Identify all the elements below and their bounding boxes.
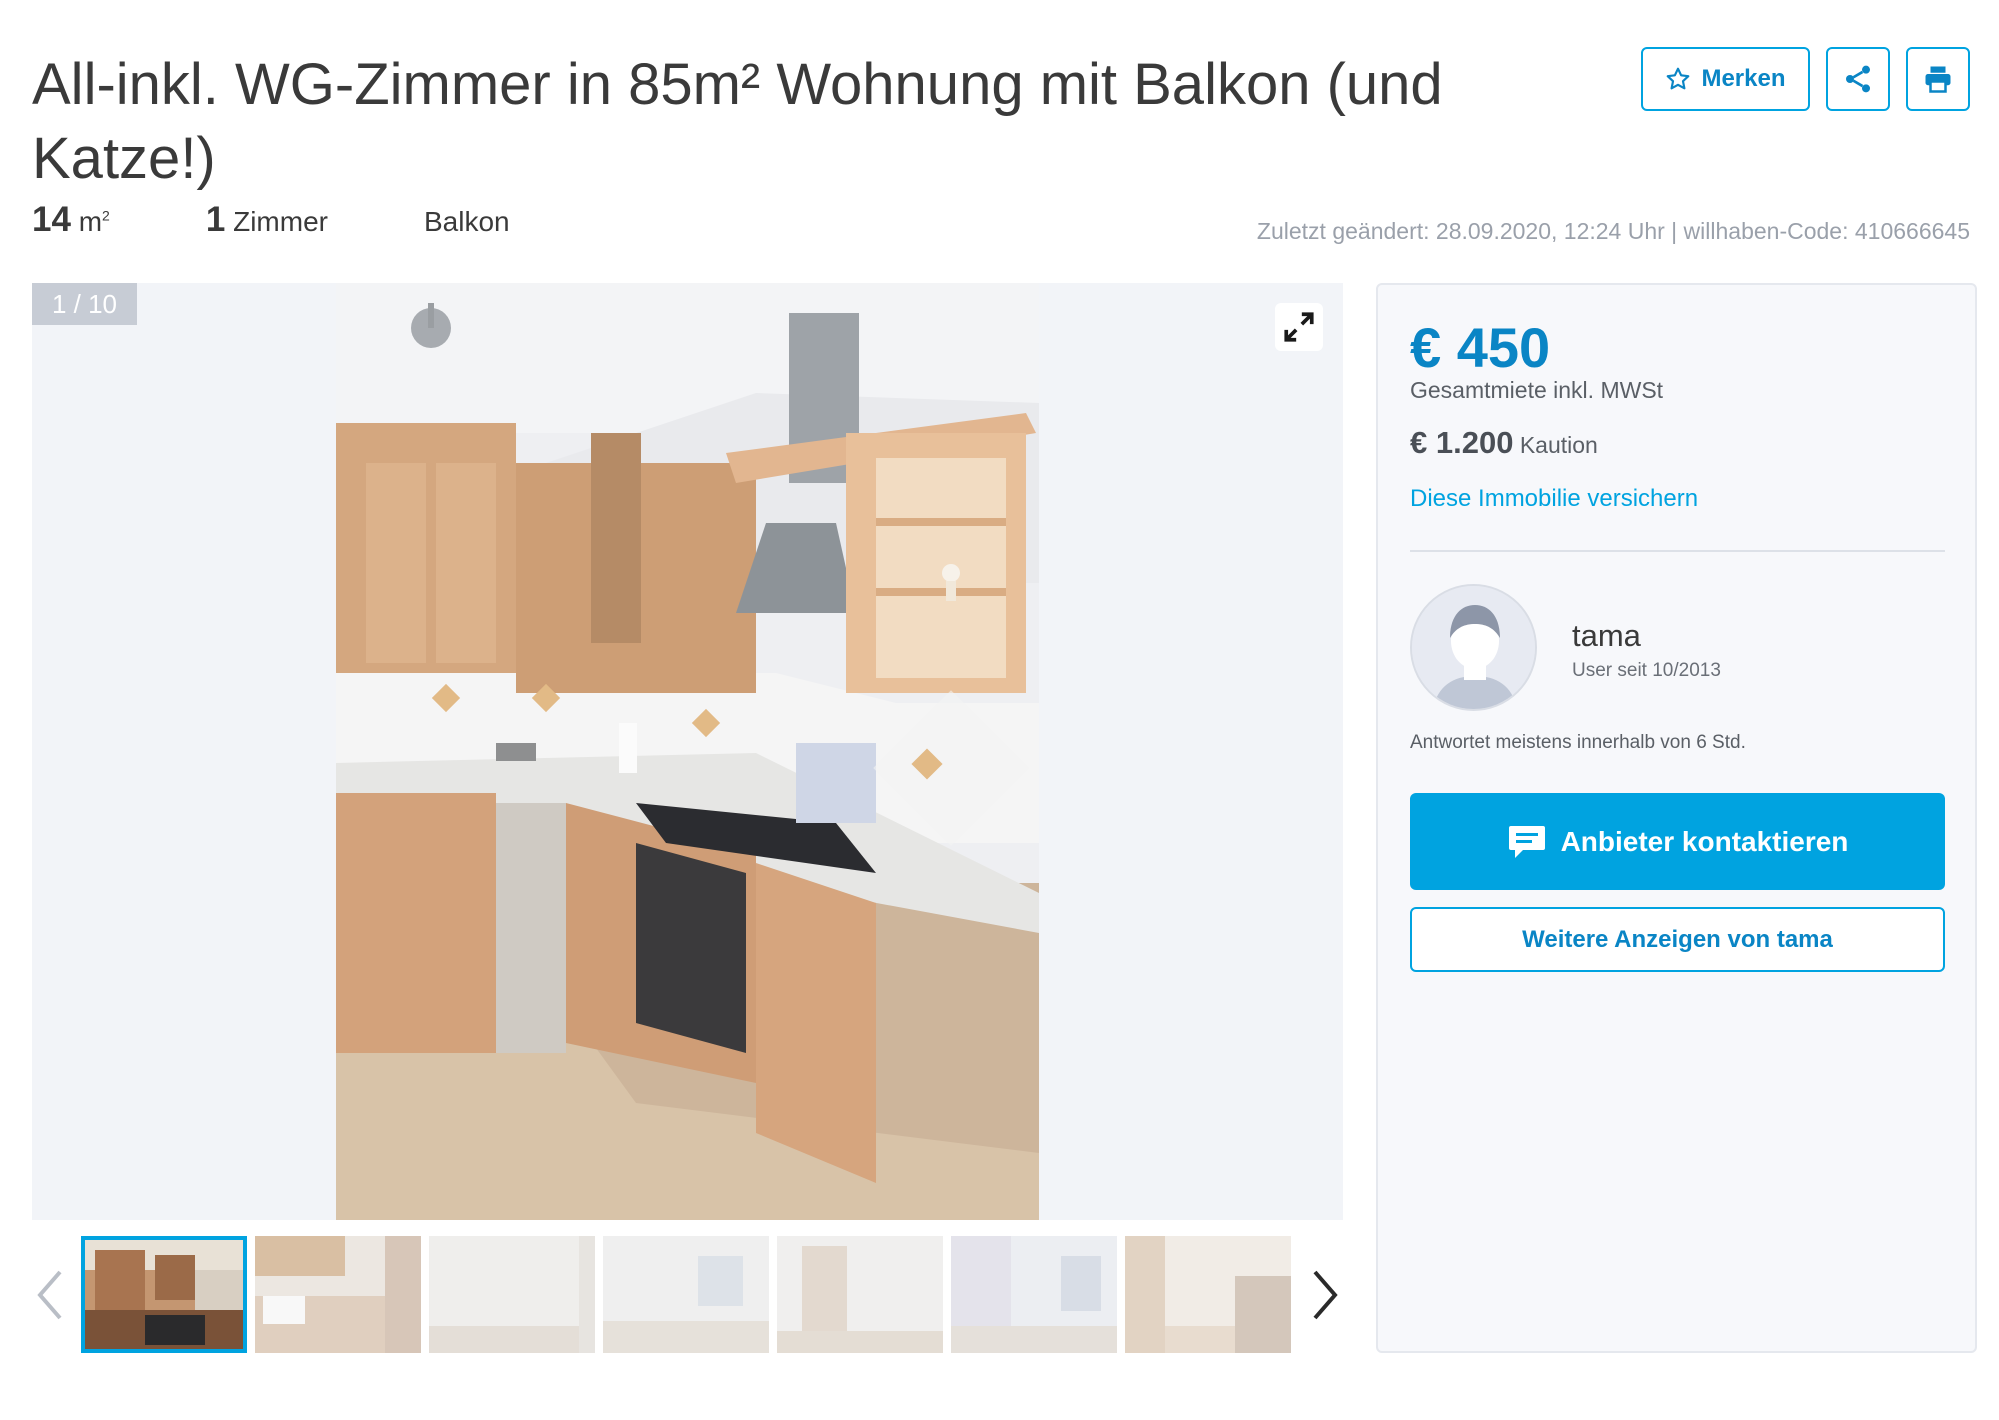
listing-meta: Zuletzt geändert: 28.09.2020, 12:24 Uhr … bbox=[1256, 218, 1970, 244]
thumbnail-door-room bbox=[777, 1236, 943, 1353]
fact-balcony: Balkon bbox=[423, 206, 510, 237]
thumbnail-1[interactable] bbox=[81, 1236, 247, 1353]
thumbnail-kitchen bbox=[85, 1240, 243, 1349]
deposit-value: € 1.200 bbox=[1410, 425, 1514, 460]
insure-property-link[interactable]: Diese Immobilie versichern bbox=[1410, 485, 1698, 513]
fullscreen-button[interactable] bbox=[1275, 303, 1323, 351]
thumbnail-room bbox=[429, 1236, 595, 1353]
kitchen-photo bbox=[336, 283, 1039, 1220]
fact-area: 14 m2 bbox=[32, 200, 110, 240]
area-unit-exponent: 2 bbox=[102, 207, 110, 224]
thumbnail-next-button[interactable] bbox=[1307, 1268, 1343, 1322]
rooms-value: 1 bbox=[205, 200, 226, 239]
share-icon bbox=[1846, 65, 1870, 93]
chat-icon bbox=[1508, 825, 1545, 858]
price-contact-panel: € 450 Gesamtmiete inkl. MWSt € 1.200 Kau… bbox=[1376, 283, 1977, 1353]
thumbnail-5[interactable] bbox=[777, 1236, 943, 1353]
listing-title: All-inkl. WG-Zimmer in 85m² Wohnung mit … bbox=[32, 52, 1443, 191]
key-facts: 14 m2 1 Zimmer Balkon bbox=[32, 200, 606, 240]
seller-avatar[interactable] bbox=[1410, 584, 1537, 711]
more-ads-button[interactable]: Weitere Anzeigen von tama bbox=[1410, 907, 1945, 972]
thumbnail-hallway bbox=[1125, 1236, 1291, 1353]
fact-rooms: 1 Zimmer bbox=[206, 200, 328, 240]
main-photo[interactable] bbox=[336, 283, 1039, 1220]
contact-button-label: Anbieter kontaktieren bbox=[1560, 825, 1849, 857]
seller-response-time: Antwortet meistens innerhalb von 6 Std. bbox=[1410, 732, 1746, 753]
image-counter: 1 / 10 bbox=[32, 283, 137, 325]
thumbnail-7[interactable] bbox=[1125, 1236, 1291, 1353]
deposit: € 1.200 Kaution bbox=[1410, 425, 1598, 461]
thumbnail-4[interactable] bbox=[603, 1236, 769, 1353]
chevron-left-icon bbox=[37, 1270, 62, 1320]
thumbnail-3[interactable] bbox=[429, 1236, 595, 1353]
user-avatar-icon bbox=[1412, 586, 1535, 709]
print-icon bbox=[1925, 66, 1951, 93]
bookmark-button[interactable]: Merken bbox=[1641, 47, 1810, 111]
area-value: 14 bbox=[32, 200, 71, 239]
area-unit: m bbox=[78, 206, 103, 237]
price-value: € 450 bbox=[1410, 316, 1551, 379]
listing-actions: Merken bbox=[1641, 47, 1970, 111]
seller-name[interactable]: tama bbox=[1572, 618, 1641, 654]
thumbnail-prev-button[interactable] bbox=[32, 1268, 68, 1322]
star-icon bbox=[1667, 67, 1690, 90]
seller-since: User seit 10/2013 bbox=[1572, 660, 1721, 681]
expand-icon bbox=[1284, 312, 1314, 342]
thumbnail-strip bbox=[32, 1236, 1343, 1353]
deposit-label: Kaution bbox=[1519, 432, 1598, 458]
contact-seller-button[interactable]: Anbieter kontaktieren bbox=[1410, 793, 1945, 890]
thumbnail-kitchen-2 bbox=[255, 1236, 421, 1353]
share-button[interactable] bbox=[1826, 47, 1890, 111]
thumbnail-balcony-room bbox=[951, 1236, 1117, 1353]
price-label: Gesamtmiete inkl. MWSt bbox=[1410, 377, 1664, 403]
image-gallery[interactable]: 1 / 10 bbox=[32, 283, 1343, 1220]
thumbnail-6[interactable] bbox=[951, 1236, 1117, 1353]
bookmark-label: Merken bbox=[1701, 65, 1786, 92]
rooms-label: Zimmer bbox=[233, 206, 328, 237]
divider bbox=[1410, 550, 1945, 552]
thumbnail-window-room bbox=[603, 1236, 769, 1353]
thumbnail-2[interactable] bbox=[255, 1236, 421, 1353]
chevron-right-icon bbox=[1313, 1270, 1338, 1320]
print-button[interactable] bbox=[1906, 47, 1970, 111]
